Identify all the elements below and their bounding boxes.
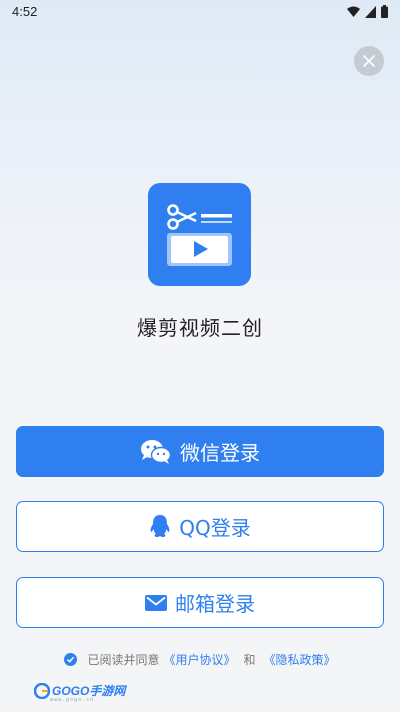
- qq-login-label: QQ登录: [179, 516, 251, 540]
- agreement-row: 已阅读并同意 《用户协议》 和 《隐私政策》: [0, 651, 400, 668]
- qq-icon: [150, 514, 170, 537]
- status-bar: 4:52: [0, 0, 400, 24]
- agreement-checkbox[interactable]: [64, 653, 78, 666]
- check-icon: [67, 656, 75, 663]
- privacy-policy-link[interactable]: 《隐私政策》: [264, 651, 336, 668]
- status-time: 4:52: [12, 4, 38, 19]
- wechat-icon: [141, 439, 172, 464]
- email-login-label: 邮箱登录: [175, 592, 255, 616]
- wechat-login-button[interactable]: 微信登录: [16, 426, 384, 477]
- mail-icon: [145, 594, 167, 611]
- battery-icon: [381, 5, 388, 18]
- close-button[interactable]: [354, 46, 384, 76]
- user-agreement-link[interactable]: 《用户协议》: [163, 651, 235, 668]
- status-icons: [347, 5, 388, 18]
- wechat-login-label: 微信登录: [180, 441, 260, 465]
- email-login-button[interactable]: 邮箱登录: [16, 577, 384, 628]
- agreement-and: 和: [243, 653, 256, 667]
- app-name: 爆剪视频二创: [137, 316, 263, 340]
- qq-login-button[interactable]: QQ登录: [16, 501, 384, 552]
- agreement-prefix: 已阅读并同意: [87, 653, 160, 667]
- gogo-logo-icon: [34, 682, 50, 699]
- watermark-subtext: www.gogo.cn: [50, 697, 95, 703]
- scissors-icon: [167, 204, 197, 230]
- close-icon: [363, 55, 375, 67]
- signal-icon: [365, 5, 376, 18]
- watermark-logo: GOGO手游网 www.gogo.cn: [34, 682, 125, 703]
- wifi-icon: [347, 6, 360, 17]
- app-logo: [148, 183, 251, 286]
